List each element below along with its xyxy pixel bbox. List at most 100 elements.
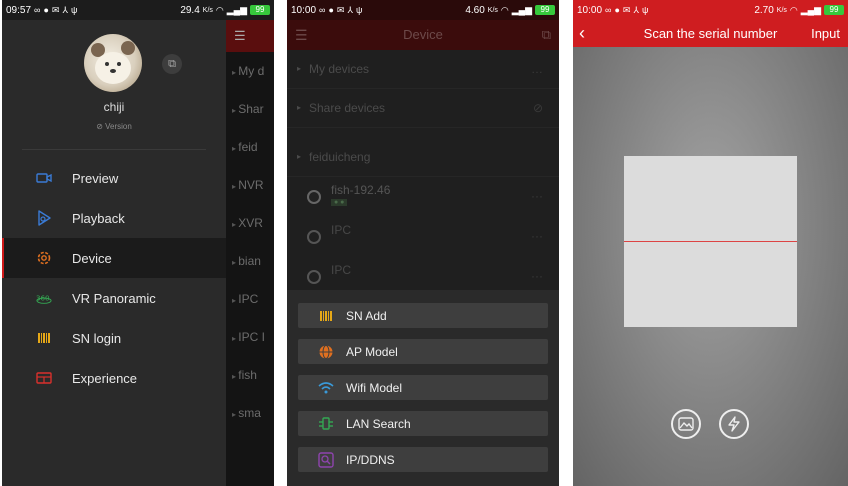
status-time: 09:57 [6,4,32,16]
ip-icon [318,451,334,468]
status-time: 10:00 [577,4,603,16]
gallery-icon[interactable] [671,409,701,439]
list-item[interactable]: NVR [226,166,274,204]
page-title: Device [403,27,443,42]
status-bar: 09:57 ∞ ● ✉ ⅄ ψ 29.4 K/s ◠ ▂▄▆ 99 [2,0,274,20]
main-content-behind-drawer: ☰ My dSharfeidNVRXVRbianIPCIPC Ifishsma [226,20,274,486]
camera-icon [36,170,52,186]
app-header: ☰ Device ⧉ [287,20,559,50]
wifi-icon: ◠ [215,4,224,15]
mail-icon: ✉ [336,4,345,15]
usb-icon: ψ [355,5,363,15]
infinity-icon: ∞ [319,5,326,15]
menu-item-sn-login[interactable]: SN login [2,318,226,358]
menu-item-experience[interactable]: Experience [2,358,226,398]
list-item[interactable]: sma [226,394,274,432]
menu-icon[interactable]: ☰ [295,20,308,50]
device-group[interactable]: feiduicheng [287,138,559,177]
option-label: SN Add [346,308,387,323]
battery-icon: 99 [535,5,555,15]
menu-item-preview[interactable]: Preview [2,158,226,198]
device-item[interactable]: IPC ··· [287,217,559,257]
option-ip-ddns[interactable]: IP/DDNS [298,447,548,472]
signal-icon: ▂▄▆ [226,4,247,15]
network-speed: 4.60 [465,4,485,16]
device-item[interactable]: fish-192.46 ● ● ··· [287,177,559,217]
share-icon: ⅄ [633,4,639,15]
menu-item-vr-panoramic[interactable]: 360 VR Panoramic [2,278,226,318]
playback-icon [36,210,52,226]
chat-icon: ● [43,5,49,15]
menu-item-label: VR Panoramic [72,290,156,306]
option-wifi-model[interactable]: Wifi Model [298,375,548,400]
list-item[interactable]: feid [226,128,274,166]
battery-icon: 99 [250,5,270,15]
option-label: LAN Search [346,416,411,431]
menu-icon[interactable]: ☰ [226,20,274,52]
option-label: IP/DDNS [346,452,395,467]
infinity-icon: ∞ [34,5,41,15]
menu-item-device[interactable]: Device [2,238,226,278]
battery-icon: 99 [824,5,844,15]
camera-icon [307,270,321,284]
more-icon[interactable]: ··· [531,189,543,203]
wifi-icon [318,380,334,396]
gear-icon [36,250,52,266]
username: chiji [103,100,125,114]
speed-unit: K/s [202,6,213,14]
camera-preview [573,47,848,486]
experience-icon [36,370,52,386]
vr-360-icon: 360 [36,290,52,306]
list-item[interactable]: Shar [226,90,274,128]
more-icon[interactable]: ··· [531,229,543,243]
option-lan-search[interactable]: LAN Search [298,411,548,436]
chat-icon: ● [328,5,334,15]
share-icon: ⅄ [62,4,68,15]
menu-item-label: SN login [72,330,122,346]
list-item[interactable]: XVR [226,204,274,242]
infinity-icon: ∞ [605,5,612,15]
option-sn-add[interactable]: SN Add [298,303,548,328]
section-share-devices[interactable]: Share devices⊘ [287,89,559,128]
avatar[interactable] [84,34,142,92]
list-item[interactable]: bian [226,242,274,280]
scan-frame [624,156,797,327]
app-header: ‹ Scan the serial number Input [573,20,848,47]
wifi-icon: ◠ [789,4,798,15]
page-title: Scan the serial number [643,26,778,41]
mail-icon: ✉ [622,4,631,15]
input-button[interactable]: Input [811,26,840,41]
list-item[interactable]: IPC [226,280,274,318]
version-label: ⊘ Version [96,122,132,131]
list-item[interactable]: fish [226,356,274,394]
drawer-menu: Preview Playback Device 360 VR Panoramic SN l… [2,158,226,398]
network-speed: 29.4 [180,4,200,16]
edit-profile-icon[interactable]: ⧉ [162,54,182,74]
navigation-drawer: ⧉ chiji ⊘ Version Preview Playback Device 3… [2,20,226,486]
edit-icon[interactable]: ⧉ [542,20,551,50]
barcode-icon [36,330,52,346]
speed-unit: K/s [487,6,498,14]
add-device-menu: SN Add AP Model Wifi Model LAN Search IP/DDN… [287,290,559,486]
menu-item-playback[interactable]: Playback [2,198,226,238]
camera-icon [307,190,321,204]
option-label: AP Model [346,344,398,359]
flashlight-icon[interactable] [719,409,749,439]
usb-icon: ψ [70,5,78,15]
network-speed: 2.70 [754,4,774,16]
phone-screen-device: 10:00 ∞ ● ✉ ⅄ ψ 4.60 K/s ◠ ▂▄▆ 99 ☰ Devic… [287,0,559,486]
status-bar: 10:00 ∞ ● ✉ ⅄ ψ 4.60 K/s ◠ ▂▄▆ 99 [287,0,559,20]
device-list: My devices… Share devices⊘ feiduicheng f… [287,50,559,297]
more-icon[interactable]: ··· [531,269,543,283]
globe-icon [318,344,334,360]
lan-icon [318,416,334,432]
signal-icon: ▂▄▆ [511,4,532,15]
list-item[interactable]: My d [226,52,274,90]
section-my-devices[interactable]: My devices… [287,50,559,89]
status-badge: ● ● [331,199,348,206]
wifi-icon: ◠ [500,4,509,15]
mail-icon: ✉ [51,4,60,15]
chat-icon: ● [614,5,620,15]
option-ap-model[interactable]: AP Model [298,339,548,364]
list-item[interactable]: IPC I [226,318,274,356]
